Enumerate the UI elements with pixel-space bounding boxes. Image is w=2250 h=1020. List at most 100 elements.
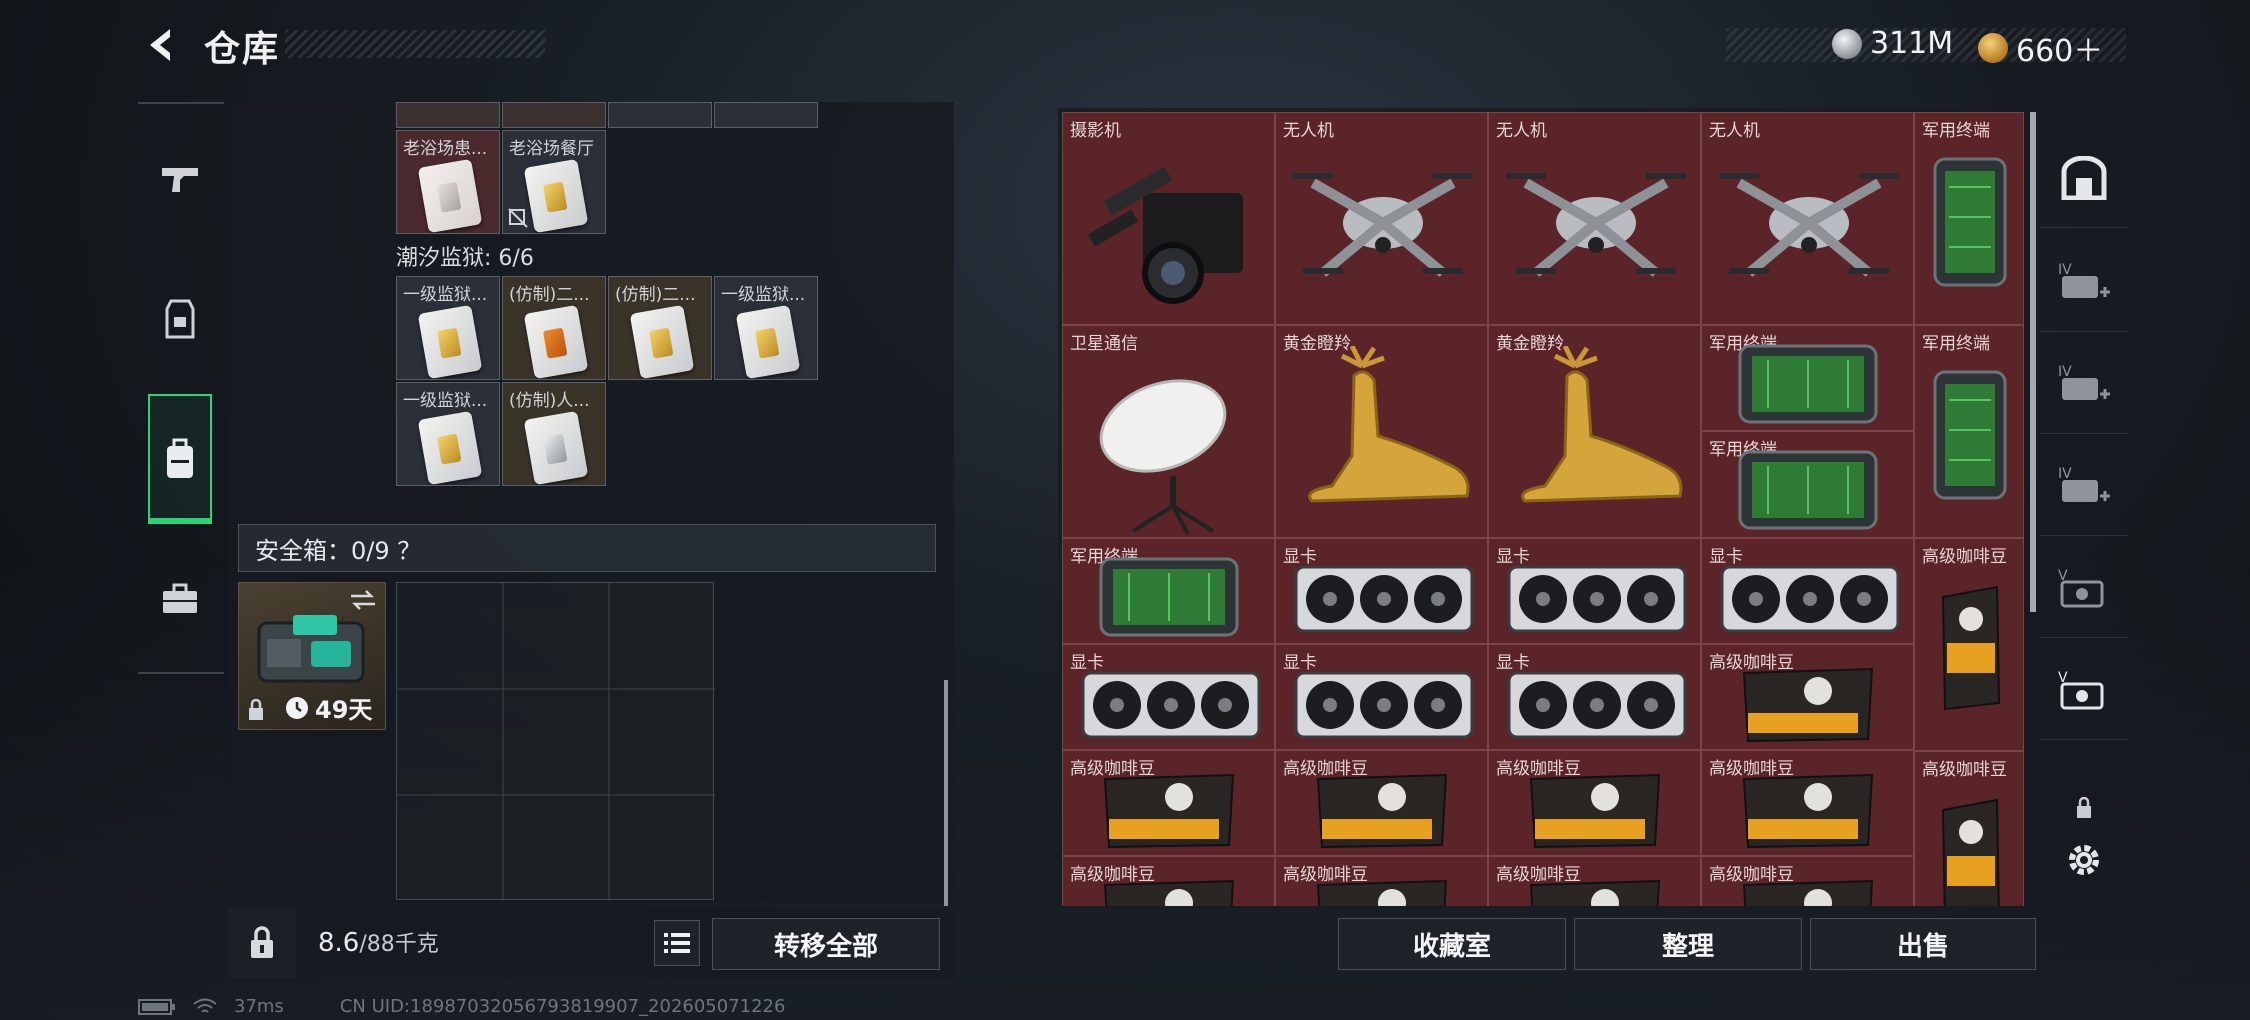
- item-golden-gazelle[interactable]: 黄金瞪羚: [1488, 325, 1701, 538]
- item-gpu[interactable]: 显卡: [1275, 538, 1488, 644]
- left-scrollbar[interactable]: [944, 680, 948, 906]
- page-title: 仓库: [204, 29, 281, 70]
- item-military-terminal[interactable]: 军用终端: [1062, 538, 1275, 644]
- silver-coin-icon: [1832, 28, 1862, 59]
- item-gpu[interactable]: 显卡: [1275, 644, 1488, 750]
- lock-icon: [251, 926, 273, 958]
- right-scrollbar[interactable]: [2030, 112, 2036, 612]
- camera-icon: [1087, 166, 1243, 304]
- safebox-capacity: 安全箱：0/9 ？: [255, 536, 422, 565]
- coffee-bag-icon: [1103, 773, 1235, 849]
- item-coffee-beans[interactable]: 高级咖啡豆: [1914, 538, 2024, 751]
- keycard-item[interactable]: 一级监狱...: [396, 276, 500, 380]
- coffee-bag-icon: [1529, 773, 1661, 849]
- nav-armor[interactable]: [148, 254, 212, 384]
- item-gpu[interactable]: 显卡: [1701, 538, 1914, 644]
- weight-display: 8.6/88千克: [318, 928, 439, 958]
- item-satellite[interactable]: 卫星通信: [1062, 325, 1275, 538]
- storage-grid[interactable]: 摄影机 无人机 无人机 无人机 军用终端 卫星通信 黄金瞪羚 黄金瞪羚 军用终端…: [1062, 112, 2024, 906]
- item-drone[interactable]: 无人机: [1275, 112, 1488, 325]
- item-cell-clipped[interactable]: [608, 102, 712, 128]
- lock-button[interactable]: [228, 908, 296, 978]
- add-storage-icon: IV: [2058, 466, 2110, 502]
- storage-v-icon: V: [2058, 568, 2104, 607]
- list-icon: [664, 933, 690, 953]
- battery-icon: [138, 998, 175, 1015]
- backpack-icon: [167, 438, 193, 478]
- item-drone[interactable]: 无人机: [1701, 112, 1914, 325]
- settings-button[interactable]: [2040, 820, 2128, 900]
- item-gpu[interactable]: 显卡: [1062, 644, 1275, 750]
- grid-lines: [397, 583, 715, 901]
- collection-room-button[interactable]: 收藏室: [1338, 918, 1566, 970]
- transfer-all-button[interactable]: 转移全部: [712, 918, 940, 970]
- storage-tab-iv-3[interactable]: IV: [2040, 436, 2128, 536]
- nav-weapons[interactable]: [148, 114, 212, 244]
- safebox-icon: [257, 615, 365, 683]
- item-coffee-beans[interactable]: 高级咖啡豆: [1701, 856, 1914, 906]
- item-coffee-beans[interactable]: 高级咖啡豆: [1275, 856, 1488, 906]
- item-coffee-beans[interactable]: 高级咖啡豆: [1488, 856, 1701, 906]
- drone-icon: [1719, 173, 1899, 277]
- item-coffee-beans[interactable]: 高级咖啡豆: [1701, 644, 1914, 750]
- keycard-icon: [417, 410, 483, 485]
- item-military-terminal[interactable]: 军用终端: [1914, 112, 2024, 325]
- item-coffee-beans[interactable]: 高级咖啡豆: [1062, 856, 1275, 906]
- keycard-item[interactable]: (仿制)二...: [608, 276, 712, 380]
- storage-tab-v-2[interactable]: V: [2040, 640, 2128, 740]
- list-view-button[interactable]: [654, 920, 700, 966]
- item-military-terminal[interactable]: 军用终端: [1701, 431, 1914, 538]
- gear-icon: [2069, 845, 2099, 875]
- gazelle-statue-icon: [1521, 346, 1683, 503]
- item-camera[interactable]: 摄影机: [1062, 112, 1275, 325]
- storage-tab-iv-2[interactable]: IV: [2040, 334, 2128, 434]
- item-gpu[interactable]: 显卡: [1488, 538, 1701, 644]
- coffee-bag-icon: [1316, 879, 1448, 906]
- item-coffee-beans[interactable]: 高级咖啡豆: [1914, 751, 2024, 906]
- no-sell-icon: [508, 208, 528, 228]
- wifi-icon: [193, 998, 217, 1013]
- item-coffee-beans[interactable]: 高级咖啡豆: [1701, 750, 1914, 856]
- item-drone[interactable]: 无人机: [1488, 112, 1701, 325]
- item-cell-clipped[interactable]: [396, 102, 500, 128]
- keycard-item[interactable]: 老浴场患...: [396, 130, 500, 234]
- keycard-item[interactable]: 老浴场餐厅: [502, 130, 606, 234]
- currency-gold[interactable]: 660＋: [1978, 26, 2103, 70]
- back-button[interactable]: [138, 22, 186, 68]
- item-coffee-beans[interactable]: 高级咖啡豆: [1062, 750, 1275, 856]
- storage-tab-main[interactable]: [2040, 128, 2128, 228]
- safebox-grid[interactable]: [396, 582, 715, 901]
- item-cell-clipped[interactable]: [502, 102, 606, 128]
- safebox-header[interactable]: 安全箱：0/9 ？: [238, 524, 936, 572]
- storage-tab-v-1[interactable]: V: [2040, 538, 2128, 638]
- item-coffee-beans[interactable]: 高级咖啡豆: [1488, 750, 1701, 856]
- item-gpu[interactable]: 显卡: [1488, 644, 1701, 750]
- keycard-item[interactable]: 一级监狱...: [714, 276, 818, 380]
- item-cell-clipped[interactable]: [714, 102, 818, 128]
- nav-backpack[interactable]: [148, 394, 212, 524]
- safebox-item[interactable]: 49天: [238, 582, 386, 730]
- item-golden-gazelle[interactable]: 黄金瞪羚: [1275, 325, 1488, 538]
- item-military-terminal[interactable]: 军用终端: [1914, 325, 2024, 538]
- keycard-icon: [523, 158, 589, 233]
- svg-text:IV: IV: [2058, 364, 2072, 380]
- keycard-item[interactable]: 一级监狱...: [396, 382, 500, 486]
- coffee-bag-icon: [1941, 585, 2001, 711]
- lock-icon: [2077, 797, 2091, 818]
- gold-coin-icon: [1978, 33, 2008, 63]
- keycard-item[interactable]: (仿制)人...: [502, 382, 606, 486]
- nav-case[interactable]: [148, 534, 212, 664]
- item-coffee-beans[interactable]: 高级咖啡豆: [1275, 750, 1488, 856]
- clock-icon: [286, 696, 308, 719]
- storage-tab-iv-1[interactable]: IV: [2040, 232, 2128, 332]
- silver-amount: 311M: [1870, 26, 1954, 61]
- keycard-icon: [523, 304, 589, 379]
- status-bar: 37ms CN UID:18987032056793819907_2026050…: [138, 996, 785, 1017]
- drone-icon: [1293, 173, 1473, 277]
- keycard-item[interactable]: (仿制)二...: [502, 276, 606, 380]
- item-military-terminal[interactable]: 军用终端: [1701, 325, 1914, 431]
- currency-silver[interactable]: 311M: [1832, 26, 1953, 61]
- satellite-dish-icon: [1099, 379, 1227, 535]
- sort-button[interactable]: 整理: [1574, 918, 1802, 970]
- sell-button[interactable]: 出售: [1810, 918, 2036, 970]
